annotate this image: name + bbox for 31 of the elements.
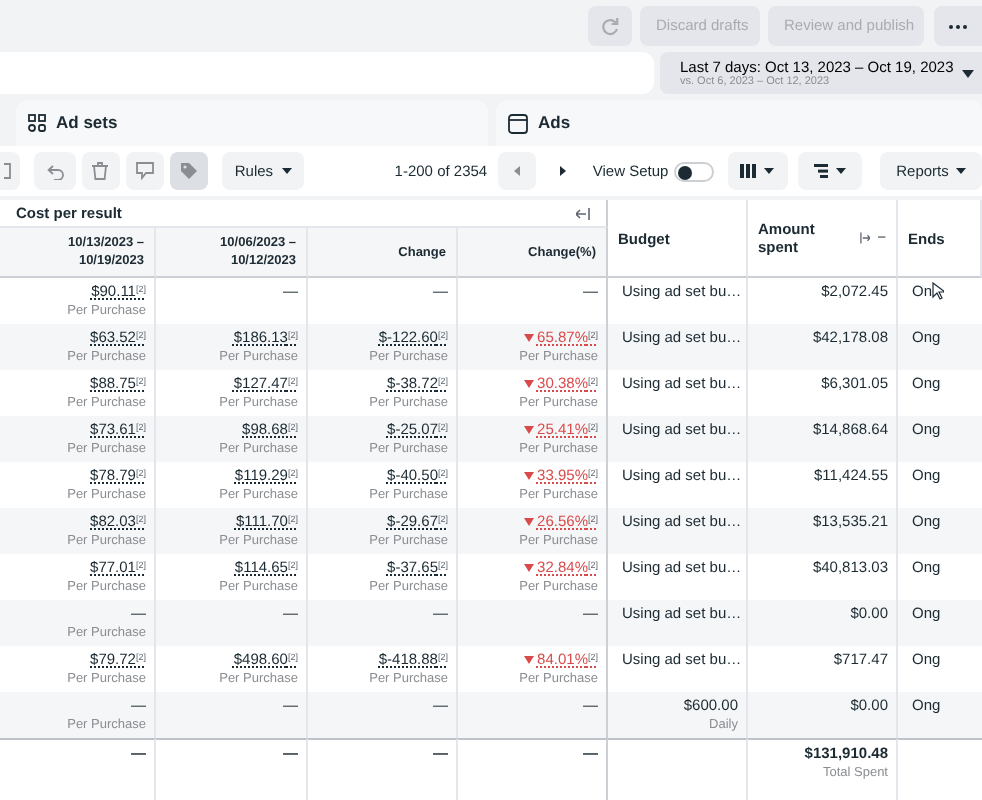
cursor-icon (932, 282, 945, 301)
caret-icon (836, 168, 847, 174)
copy-icon (4, 162, 15, 180)
columns-icon (740, 164, 757, 178)
tag-button[interactable] (169, 152, 208, 190)
breakdown-icon (814, 164, 829, 178)
ad-icon (508, 113, 528, 133)
left-arrow-icon (514, 166, 521, 176)
undo-icon (45, 163, 64, 179)
more-icon (948, 23, 968, 29)
caret-icon (281, 168, 292, 174)
speech-bubble-icon (135, 162, 154, 180)
caret-icon (956, 168, 967, 174)
caret-icon (962, 69, 974, 77)
columns-dropdown[interactable] (727, 152, 788, 190)
right-arrow-icon (559, 166, 566, 176)
more-button[interactable] (934, 6, 982, 46)
copy-button[interactable] (0, 152, 20, 190)
tag-icon (179, 162, 198, 180)
view-setup-toggle[interactable] (674, 161, 714, 181)
collapse-icon[interactable] (576, 207, 590, 219)
undo-button[interactable] (33, 152, 76, 190)
refresh-button[interactable] (588, 6, 632, 46)
grid-icon (28, 114, 46, 132)
delete-button[interactable] (81, 152, 120, 190)
refresh-icon (600, 16, 620, 36)
trash-icon (92, 162, 109, 180)
tab[interactable]: Ad sets (16, 100, 488, 146)
breakdown-dropdown[interactable] (797, 152, 863, 190)
tab[interactable]: Ads (496, 100, 982, 146)
caret-icon (764, 168, 775, 174)
